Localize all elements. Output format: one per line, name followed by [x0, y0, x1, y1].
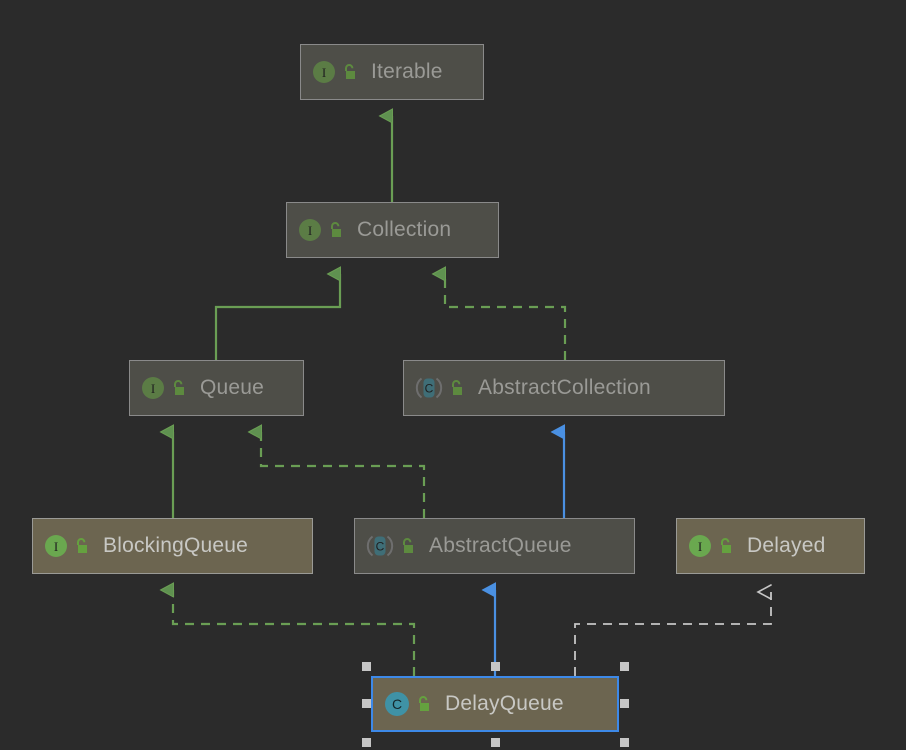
svg-text:I: I: [54, 539, 58, 554]
uml-class-diagram-canvas[interactable]: I Iterable I Collection I Queue C Abstra…: [0, 0, 906, 750]
selection-handle-top-left[interactable]: [362, 662, 371, 671]
edge-delayqueue-to-delayed: [574, 584, 772, 676]
svg-text:I: I: [151, 381, 155, 396]
class-icon: C: [385, 692, 409, 716]
selection-handle-middle-left[interactable]: [362, 699, 371, 708]
svg-text:C: C: [376, 540, 385, 554]
node-icon-group: I: [297, 217, 345, 243]
svg-text:C: C: [425, 382, 434, 396]
class-node-delayed[interactable]: I Delayed: [676, 518, 865, 574]
edge-delayqueue-to-blockingqueue: [173, 590, 416, 676]
interface-icon: I: [299, 219, 321, 241]
selection-handle-bottom-left[interactable]: [362, 738, 371, 747]
unlocked-padlock-icon: [174, 380, 184, 395]
unlocked-padlock-icon: [403, 538, 413, 553]
svg-text:I: I: [308, 223, 312, 238]
interface-icon: I: [689, 535, 711, 557]
svg-text:I: I: [322, 65, 326, 80]
unlocked-padlock-icon: [452, 380, 462, 395]
class-name-label: Queue: [200, 376, 265, 399]
class-name-label: Iterable: [371, 60, 443, 83]
selection-handle-top-right[interactable]: [620, 662, 629, 671]
class-name-label: AbstractCollection: [478, 376, 651, 399]
node-icon-group: C: [383, 690, 433, 718]
edge-abstractqueue-to-queue: [261, 432, 426, 518]
interface-icon: I: [313, 61, 335, 83]
selection-handle-middle-right[interactable]: [620, 699, 629, 708]
class-name-label: Delayed: [747, 534, 826, 557]
abstract-class-icon: C: [415, 377, 443, 399]
node-icon-group: I: [140, 375, 188, 401]
selection-handle-bottom-right[interactable]: [620, 738, 629, 747]
svg-text:C: C: [392, 696, 402, 712]
class-name-label: BlockingQueue: [103, 534, 249, 557]
node-icon-group: I: [311, 59, 359, 85]
class-node-collection[interactable]: I Collection: [286, 202, 499, 258]
selection-handle-bottom-center[interactable]: [491, 738, 500, 747]
node-icon-group: C: [414, 375, 466, 401]
class-node-abstract-queue[interactable]: C AbstractQueue: [354, 518, 635, 574]
svg-text:I: I: [698, 539, 702, 554]
class-name-label: DelayQueue: [445, 692, 564, 715]
class-node-iterable[interactable]: I Iterable: [300, 44, 484, 100]
edge-queue-to-collection: [214, 274, 342, 360]
unlocked-padlock-icon: [419, 696, 429, 711]
class-name-label: Collection: [357, 218, 452, 241]
class-name-label: AbstractQueue: [429, 534, 572, 557]
class-node-blocking-queue[interactable]: I BlockingQueue: [32, 518, 313, 574]
class-node-delay-queue[interactable]: C DelayQueue: [371, 676, 619, 732]
unlocked-padlock-icon: [345, 64, 355, 79]
abstract-class-icon: C: [366, 535, 394, 557]
unlocked-padlock-icon: [721, 538, 731, 553]
node-icon-group: I: [687, 533, 735, 559]
selection-handle-top-center[interactable]: [491, 662, 500, 671]
interface-icon: I: [45, 535, 67, 557]
node-icon-group: I: [43, 533, 91, 559]
node-icon-group: C: [365, 533, 417, 559]
unlocked-padlock-icon: [331, 222, 341, 237]
class-node-queue[interactable]: I Queue: [129, 360, 304, 416]
class-node-abstract-collection[interactable]: C AbstractCollection: [403, 360, 725, 416]
unlocked-padlock-icon: [77, 538, 87, 553]
edge-abstractcollection-to-collection: [445, 274, 567, 360]
interface-icon: I: [142, 377, 164, 399]
